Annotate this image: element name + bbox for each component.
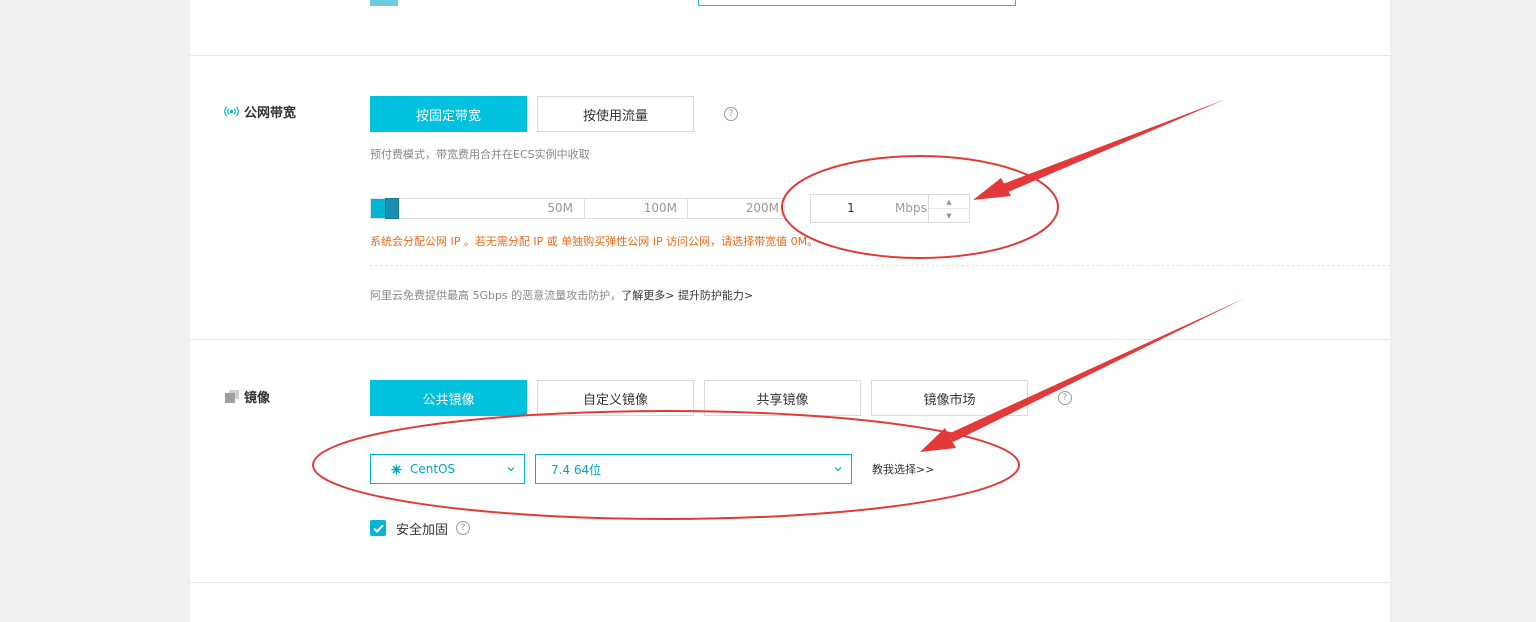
prev-section-input[interactable] — [698, 0, 1016, 6]
security-help-icon[interactable]: ? — [456, 521, 470, 535]
protection-note: 阿里云免费提供最高 5Gbps 的恶意流量攻击防护，了解更多> 提升防护能力> — [370, 287, 753, 303]
slider-handle[interactable] — [385, 198, 399, 219]
ip-warning: 系统会分配公网 IP 。若无需分配 IP 或 单独购买弹性公网 IP 访问公网，… — [370, 235, 819, 248]
tab-public-image[interactable]: 公共镜像 — [370, 380, 527, 416]
security-checkbox[interactable] — [370, 520, 386, 536]
bandwidth-value[interactable]: 1 — [811, 201, 891, 215]
teach-me-link[interactable]: 教我选择>> — [872, 461, 934, 477]
slider-tick — [584, 199, 585, 218]
signal-icon — [224, 106, 239, 117]
os-select[interactable]: CentOS — [370, 454, 525, 484]
image-help-icon[interactable]: ? — [1058, 391, 1072, 405]
image-label: 镜像 — [244, 391, 271, 406]
slider-tick-label: 50M — [547, 201, 573, 215]
bandwidth-section-label: 公网带宽 — [224, 102, 296, 121]
stepper: ▲ ▼ — [928, 195, 969, 222]
divider — [190, 582, 1390, 583]
upgrade-protection-link[interactable]: 提升防护能力> — [678, 289, 753, 302]
divider — [190, 55, 1390, 56]
slider-tick-label: 100M — [643, 201, 677, 215]
centos-icon — [391, 464, 402, 475]
dashed-divider — [370, 265, 1390, 266]
check-icon — [372, 524, 384, 533]
security-label: 安全加固 — [396, 523, 449, 538]
version-select[interactable]: 7.4 64位 — [535, 454, 852, 484]
bandwidth-label: 公网带宽 — [244, 106, 297, 121]
bandwidth-slider[interactable]: 50M 100M 200M — [370, 198, 785, 219]
chevron-down-icon — [506, 463, 516, 477]
billing-note: 预付费模式，带宽费用合并在ECS实例中收取 — [370, 148, 590, 161]
learn-more-link[interactable]: 了解更多> — [621, 289, 674, 302]
chevron-down-icon — [833, 463, 843, 477]
tab-traffic-billing[interactable]: 按使用流量 — [537, 96, 694, 132]
image-section-label: 镜像 — [225, 387, 270, 406]
tab-custom-image[interactable]: 自定义镜像 — [537, 380, 694, 416]
prev-section-button[interactable] — [370, 0, 398, 6]
slider-tick-label: 200M — [745, 201, 779, 215]
slider-tick — [687, 199, 688, 218]
increment-icon[interactable]: ▲ — [929, 195, 969, 209]
bandwidth-help-icon[interactable]: ? — [724, 107, 738, 121]
bandwidth-number-input[interactable]: 1 Mbps ▲ ▼ — [810, 194, 970, 223]
tab-image-market[interactable]: 镜像市场 — [871, 380, 1028, 416]
bandwidth-unit: Mbps — [895, 201, 927, 215]
divider — [190, 339, 1390, 340]
tab-shared-image[interactable]: 共享镜像 — [704, 380, 861, 416]
version-select-value: 7.4 64位 — [551, 462, 602, 477]
decrement-icon[interactable]: ▼ — [929, 209, 969, 222]
tab-fixed-bandwidth[interactable]: 按固定带宽 — [370, 96, 527, 132]
protection-text: 阿里云免费提供最高 5Gbps 的恶意流量攻击防护， — [370, 289, 622, 302]
os-select-value: CentOS — [410, 462, 456, 476]
image-stack-icon — [225, 390, 239, 403]
